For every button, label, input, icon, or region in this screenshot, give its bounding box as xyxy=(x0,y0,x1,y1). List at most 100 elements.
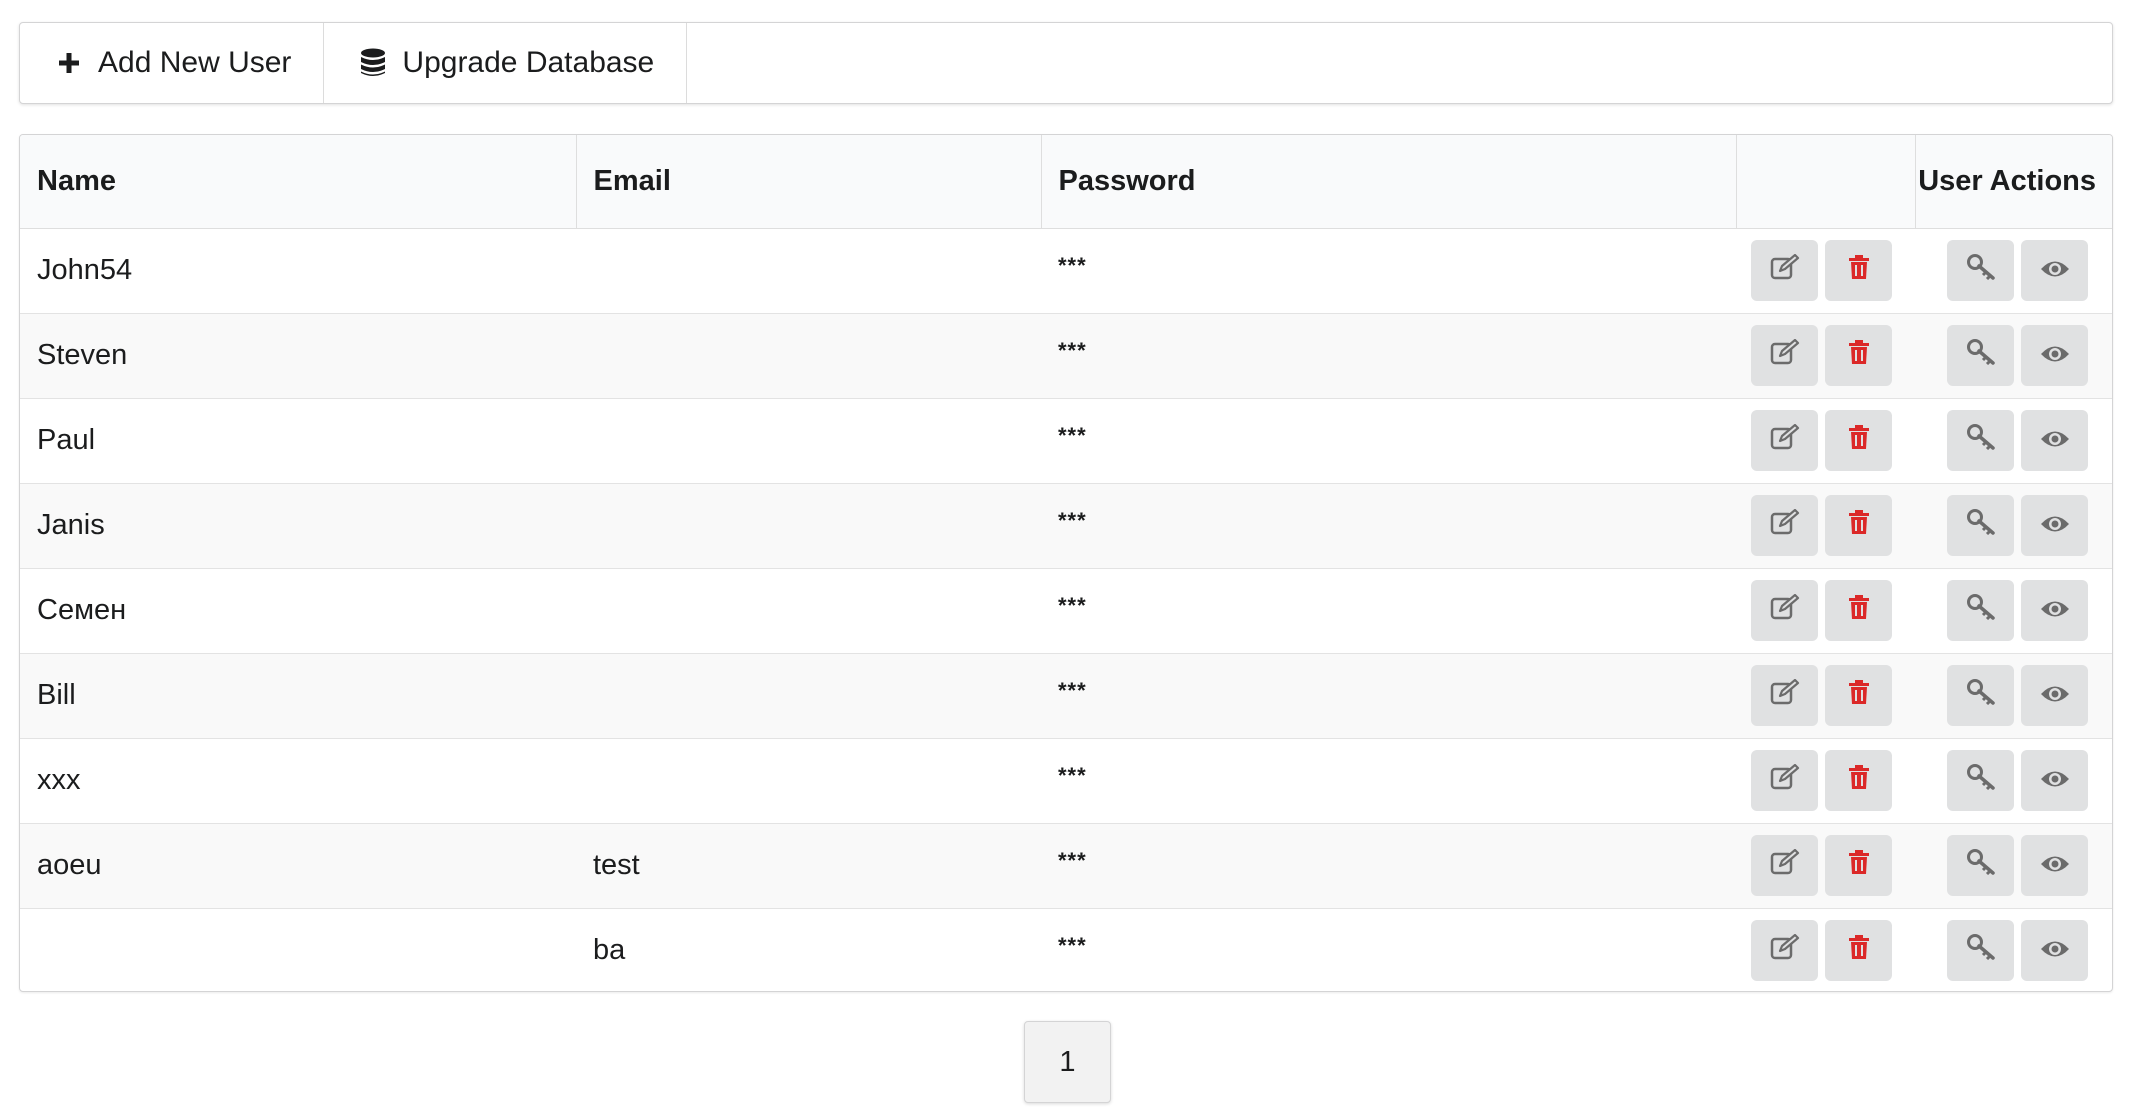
key-icon xyxy=(1966,933,1995,968)
delete-user-button[interactable] xyxy=(1825,920,1892,982)
cell-user-actions xyxy=(1915,482,2112,568)
cell-edit-actions xyxy=(1736,907,1915,991)
upgrade-database-label: Upgrade Database xyxy=(402,46,655,79)
key-icon xyxy=(1966,593,1995,628)
delete-user-button[interactable] xyxy=(1825,580,1892,641)
cell-edit-actions xyxy=(1736,397,1915,483)
users-table: Name Email Password User Actions John54 … xyxy=(19,134,2113,992)
cell-name: Семен xyxy=(20,567,576,653)
change-password-button[interactable] xyxy=(1947,410,2014,471)
key-icon xyxy=(1966,508,1995,543)
cell-user-actions xyxy=(1915,822,2112,908)
cell-name: Steven xyxy=(20,312,576,398)
edit-user-button[interactable] xyxy=(1751,750,1818,811)
edit-icon xyxy=(1770,933,1800,968)
change-password-button[interactable] xyxy=(1947,240,2014,301)
trash-icon xyxy=(1848,849,1870,883)
cell-user-actions xyxy=(1915,228,2112,313)
edit-user-button[interactable] xyxy=(1751,325,1818,386)
edit-user-button[interactable] xyxy=(1751,495,1818,556)
key-icon xyxy=(1966,338,1995,373)
table-row: Bill *** xyxy=(20,652,2112,738)
cell-email xyxy=(576,652,1041,738)
column-header-email[interactable]: Email xyxy=(575,135,1041,229)
edit-user-button[interactable] xyxy=(1751,580,1818,641)
cell-user-actions xyxy=(1915,397,2112,483)
cell-email xyxy=(576,482,1041,568)
edit-user-button[interactable] xyxy=(1751,835,1818,896)
column-header-edit xyxy=(1735,135,1915,229)
cell-password: *** xyxy=(1041,737,1736,823)
view-user-button[interactable] xyxy=(2021,580,2088,641)
trash-icon xyxy=(1848,594,1870,628)
delete-user-button[interactable] xyxy=(1825,325,1892,386)
change-password-button[interactable] xyxy=(1947,665,2014,726)
cell-edit-actions xyxy=(1736,652,1915,738)
change-password-button[interactable] xyxy=(1947,325,2014,386)
change-password-button[interactable] xyxy=(1947,495,2014,556)
cell-name: xxx xyxy=(20,737,576,823)
eye-icon xyxy=(2040,934,2070,967)
edit-icon xyxy=(1770,508,1800,543)
view-user-button[interactable] xyxy=(2021,835,2088,896)
edit-user-button[interactable] xyxy=(1751,240,1818,301)
cell-password: *** xyxy=(1041,652,1736,738)
cell-name: John54 xyxy=(37,254,133,286)
add-new-user-label: Add New User xyxy=(98,46,292,79)
view-user-button[interactable] xyxy=(2021,325,2088,386)
change-password-button[interactable] xyxy=(1947,580,2014,641)
column-header-password[interactable]: Password xyxy=(1040,135,1736,229)
table-row: Steven *** xyxy=(20,312,2112,398)
column-header-name[interactable]: Name xyxy=(20,135,576,229)
key-icon xyxy=(1966,253,1995,288)
view-user-button[interactable] xyxy=(2021,495,2088,556)
change-password-button[interactable] xyxy=(1947,835,2014,896)
trash-icon xyxy=(1848,254,1870,288)
change-password-button[interactable] xyxy=(1947,920,2014,982)
upgrade-database-button[interactable]: Upgrade Database xyxy=(324,23,688,103)
table-row: Janis *** xyxy=(20,482,2112,568)
cell-user-actions xyxy=(1915,737,2112,823)
add-new-user-button[interactable]: Add New User xyxy=(20,23,325,103)
delete-user-button[interactable] xyxy=(1825,240,1892,301)
table-row: Paul *** xyxy=(20,397,2112,483)
cell-password: *** xyxy=(1041,822,1736,908)
pagination-page-1[interactable]: 1 xyxy=(1024,1021,1111,1103)
delete-user-button[interactable] xyxy=(1825,410,1892,471)
eye-icon xyxy=(2040,679,2070,712)
view-user-button[interactable] xyxy=(2021,665,2088,726)
eye-icon xyxy=(2040,254,2070,287)
delete-user-button[interactable] xyxy=(1825,665,1892,726)
eye-icon xyxy=(2040,849,2070,882)
eye-icon xyxy=(2040,424,2070,457)
key-icon xyxy=(1966,848,1995,883)
view-user-button[interactable] xyxy=(2021,750,2088,811)
edit-user-button[interactable] xyxy=(1751,665,1818,726)
eye-icon xyxy=(2040,509,2070,542)
delete-user-button[interactable] xyxy=(1825,495,1892,556)
cell-edit-actions xyxy=(1736,822,1915,908)
edit-user-button[interactable] xyxy=(1751,410,1818,471)
cell-user-actions xyxy=(1915,652,2112,738)
delete-user-button[interactable] xyxy=(1825,835,1892,896)
cell-user-actions xyxy=(1915,567,2112,653)
trash-icon xyxy=(1848,339,1870,373)
table-row: xxx *** xyxy=(20,737,2112,823)
cell-email xyxy=(576,228,1041,313)
cell-email: ba xyxy=(576,907,1041,991)
edit-user-button[interactable] xyxy=(1751,920,1818,982)
view-user-button[interactable] xyxy=(2021,240,2088,301)
view-user-button[interactable] xyxy=(2021,920,2088,982)
view-user-button[interactable] xyxy=(2021,410,2088,471)
edit-icon xyxy=(1770,678,1800,713)
trash-icon xyxy=(1848,764,1870,798)
table-row: John54 *** xyxy=(20,228,2112,313)
delete-user-button[interactable] xyxy=(1825,750,1892,811)
cell-name: Janis xyxy=(20,482,576,568)
edit-icon xyxy=(1770,423,1800,458)
cell-edit-actions xyxy=(1736,228,1915,313)
cell-edit-actions xyxy=(1736,312,1915,398)
change-password-button[interactable] xyxy=(1947,750,2014,811)
table-row: ba *** xyxy=(20,907,2112,991)
column-header-user-actions: User Actions xyxy=(1914,135,2112,229)
